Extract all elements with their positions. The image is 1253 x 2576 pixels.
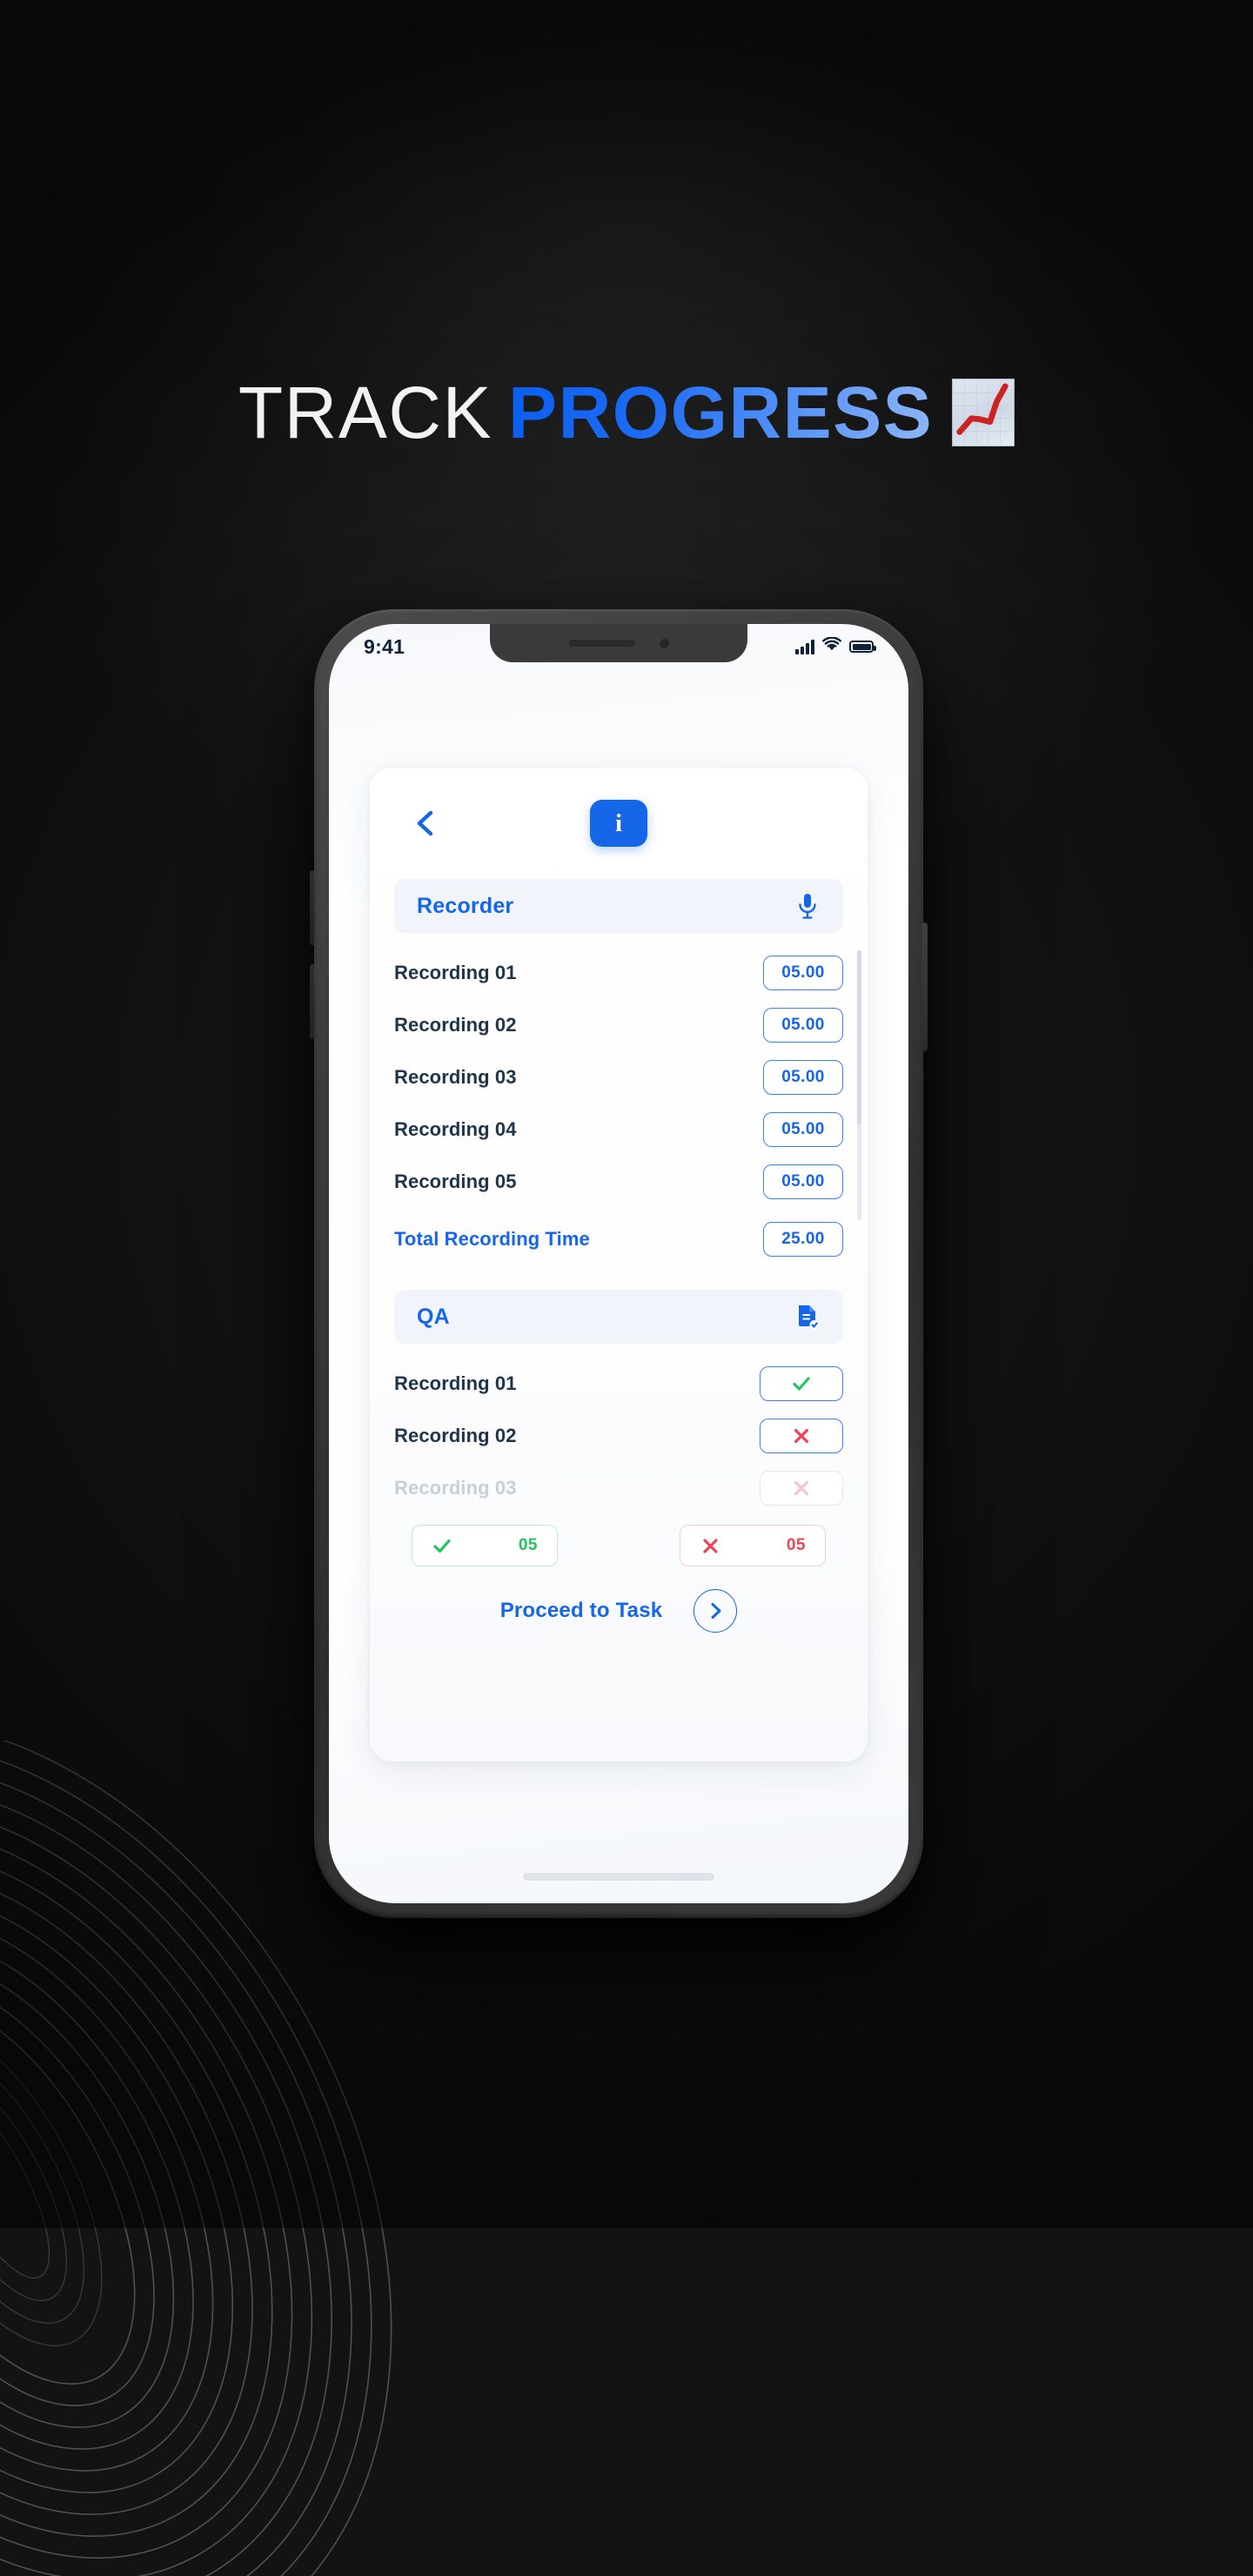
list-item[interactable]: Recording 03 05.00 xyxy=(394,1051,843,1104)
list-item[interactable]: Recording 02 xyxy=(394,1410,843,1462)
qa-status-pass[interactable] xyxy=(760,1366,843,1401)
qa-pass-counter: 05 xyxy=(412,1525,558,1566)
section-header-recorder: Recorder xyxy=(394,879,843,933)
qa-status-fail[interactable] xyxy=(760,1419,843,1453)
front-camera-icon xyxy=(659,638,669,648)
check-icon xyxy=(793,1377,810,1391)
qa-recording-label: Recording 03 xyxy=(394,1477,517,1499)
phone-power-button[interactable] xyxy=(921,922,928,1051)
recording-duration-pill: 05.00 xyxy=(763,1112,843,1147)
total-recording-time-label: Total Recording Time xyxy=(394,1228,590,1250)
cross-icon xyxy=(794,1480,809,1496)
total-recording-time-value: 25.00 xyxy=(763,1222,843,1257)
cross-icon xyxy=(703,1538,718,1553)
status-bar-icons xyxy=(795,636,876,656)
status-bar-time: 9:41 xyxy=(364,634,405,658)
section-title-recorder: Recorder xyxy=(417,893,514,918)
phone-notch xyxy=(490,624,747,662)
section-title-qa: QA xyxy=(417,1304,450,1329)
info-button[interactable]: i xyxy=(590,800,647,847)
qa-status-fail-disabled xyxy=(760,1471,843,1506)
chart-increasing-emoji xyxy=(952,379,1015,446)
list-item[interactable]: Recording 01 xyxy=(394,1358,843,1410)
speaker-grill xyxy=(568,640,635,647)
phone-volume-down-button[interactable] xyxy=(310,964,315,1039)
recording-label: Recording 04 xyxy=(394,1118,517,1140)
list-item[interactable]: Recording 03 xyxy=(394,1462,843,1514)
recording-duration-pill: 05.00 xyxy=(763,956,843,990)
qa-fail-count: 05 xyxy=(786,1536,806,1554)
list-item[interactable]: Recording 05 05.00 xyxy=(394,1156,843,1208)
qa-fail-counter: 05 xyxy=(680,1525,826,1566)
recorder-list-scrollbar[interactable] xyxy=(857,950,861,1220)
proceed-to-task-label: Proceed to Task xyxy=(499,1599,663,1622)
home-indicator xyxy=(523,1873,714,1881)
battery-full-icon xyxy=(849,641,876,653)
circle-arrow-right-icon[interactable] xyxy=(694,1589,738,1633)
qa-counters: 05 05 xyxy=(370,1514,868,1566)
phone-screen: 9:41 i Recorder Recording 01 05.00 Recor… xyxy=(329,624,908,1903)
recorder-list: Recording 01 05.00 Recording 02 05.00 Re… xyxy=(370,933,868,1265)
recording-duration-pill: 05.00 xyxy=(763,1164,843,1199)
qa-list: Recording 01 Recording 02 Recording 03 xyxy=(370,1344,868,1514)
headline-word-progress: PROGRESS xyxy=(508,372,934,453)
recording-label: Recording 01 xyxy=(394,962,517,983)
back-button[interactable] xyxy=(406,803,446,843)
cellular-signal-icon xyxy=(795,639,814,654)
document-check-icon[interactable] xyxy=(794,1303,821,1331)
qa-recording-label: Recording 01 xyxy=(394,1372,517,1394)
recording-duration-pill: 05.00 xyxy=(763,1060,843,1095)
phone-volume-up-button[interactable] xyxy=(310,870,315,945)
section-header-qa: QA xyxy=(394,1290,843,1344)
cross-icon xyxy=(794,1428,809,1444)
info-button-label: i xyxy=(614,808,623,837)
check-icon xyxy=(433,1539,451,1553)
total-recording-time-row: Total Recording Time 25.00 xyxy=(394,1213,843,1265)
recording-label: Recording 05 xyxy=(394,1171,517,1192)
headline-word-track: TRACK xyxy=(238,372,493,453)
wifi-icon xyxy=(822,636,841,656)
microphone-icon[interactable] xyxy=(794,892,821,920)
recording-label: Recording 03 xyxy=(394,1066,517,1088)
list-item[interactable]: Recording 01 05.00 xyxy=(394,947,843,999)
recording-duration-pill: 05.00 xyxy=(763,1008,843,1043)
phone-mockup: 9:41 i Recorder Recording 01 05.00 Recor… xyxy=(310,609,928,1918)
app-content-card: i Recorder Recording 01 05.00 Recording … xyxy=(370,768,868,1761)
chevron-left-icon xyxy=(417,810,433,836)
headline: TRACK PROGRESS xyxy=(0,376,1253,449)
app-header: i xyxy=(370,768,868,879)
qa-recording-label: Recording 02 xyxy=(394,1425,517,1446)
list-item[interactable]: Recording 02 05.00 xyxy=(394,999,843,1051)
list-item[interactable]: Recording 04 05.00 xyxy=(394,1104,843,1156)
recording-label: Recording 02 xyxy=(394,1014,517,1036)
proceed-to-task-row[interactable]: Proceed to Task xyxy=(370,1566,868,1633)
qa-pass-count: 05 xyxy=(518,1536,538,1554)
